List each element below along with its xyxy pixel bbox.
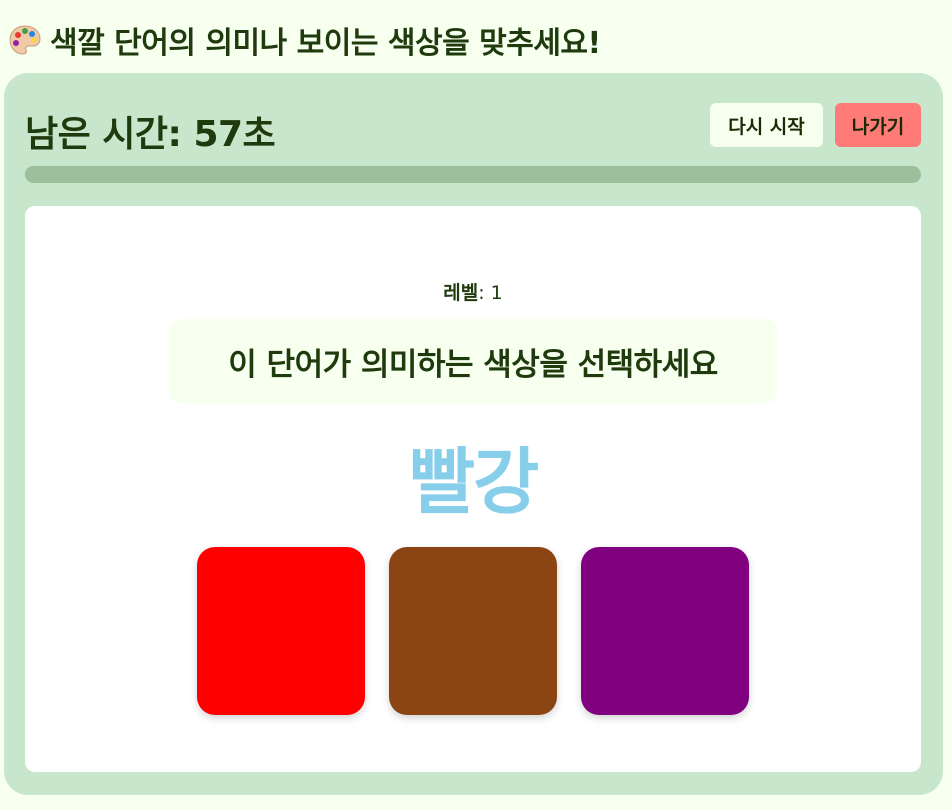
timer-text: 남은 시간: 57초 — [25, 114, 276, 155]
level-value: : 1 — [478, 282, 503, 304]
level-label: 레벨 — [443, 282, 479, 304]
page-header: 색깔 단어의 의미나 보이는 색상을 맞추세요! — [8, 20, 601, 61]
instruction-text: 이 단어가 의미하는 색상을 선택하세요 — [228, 346, 718, 383]
game-card: 레벨: 1 이 단어가 의미하는 색상을 선택하세요 빨강 — [25, 206, 921, 772]
color-option-1[interactable] — [197, 547, 365, 715]
instruction-box: 이 단어가 의미하는 색상을 선택하세요 — [169, 319, 777, 403]
exit-button[interactable]: 나가기 — [835, 103, 921, 147]
level-indicator: 레벨: 1 — [25, 278, 921, 305]
page-title: 색깔 단어의 의미나 보이는 색상을 맞추세요! — [50, 26, 601, 61]
time-progress-fill — [25, 166, 877, 183]
game-panel: 남은 시간: 57초 다시 시작 나가기 레벨: 1 이 단어가 의미하는 색상… — [4, 73, 943, 795]
color-options — [197, 547, 749, 715]
time-progress-bar — [25, 166, 921, 183]
color-word: 빨강 — [408, 440, 539, 524]
color-option-3[interactable] — [581, 547, 749, 715]
restart-button[interactable]: 다시 시작 — [710, 103, 823, 147]
color-option-2[interactable] — [389, 547, 557, 715]
palette-icon — [9, 25, 41, 55]
